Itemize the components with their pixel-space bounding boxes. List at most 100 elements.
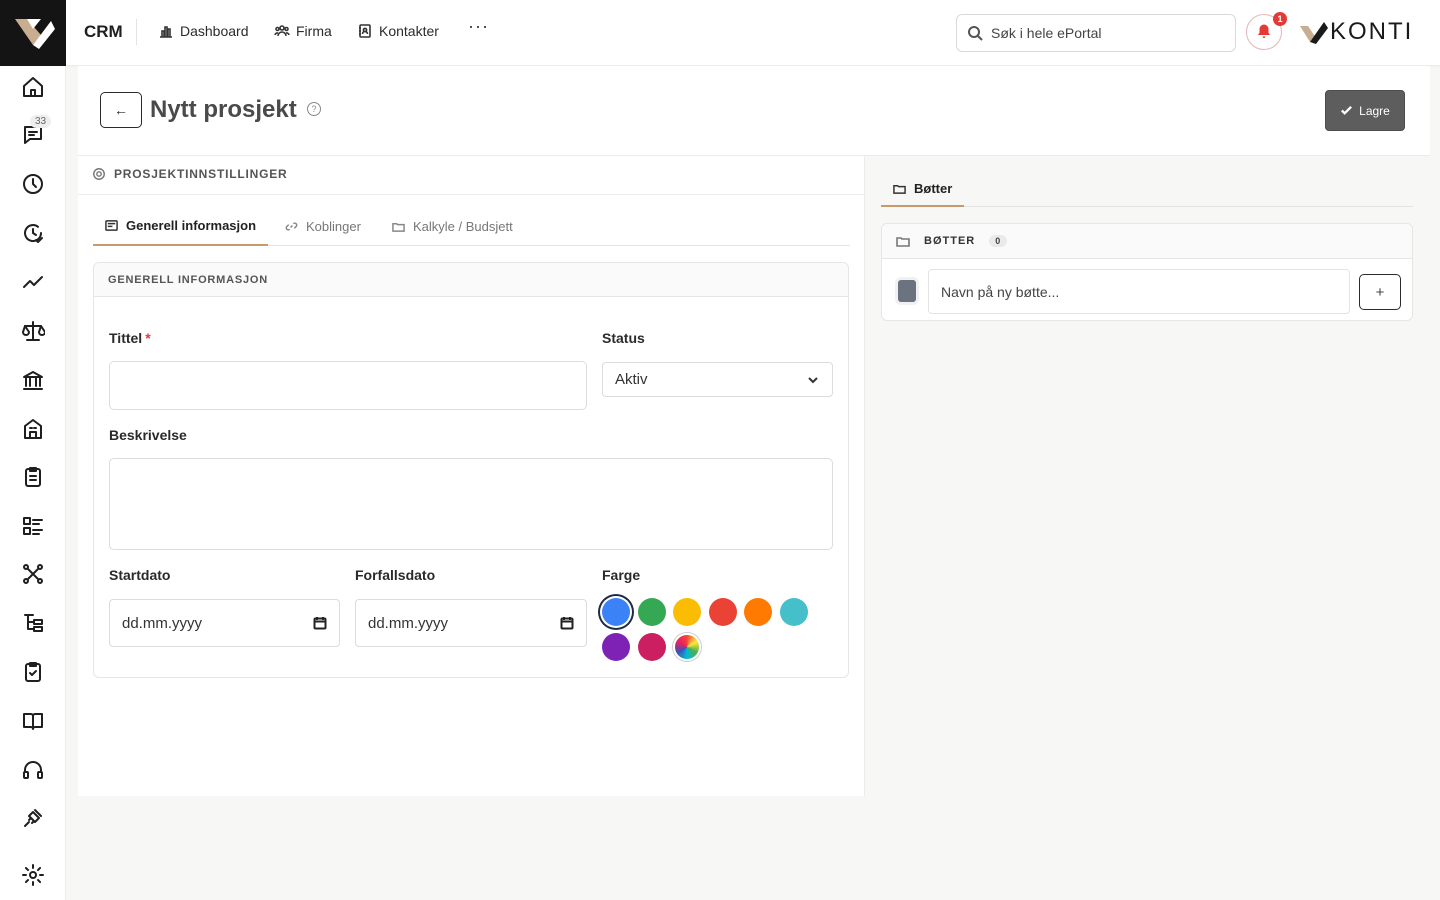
start-date-picker[interactable]: dd.mm.yyyy <box>109 599 340 647</box>
bucket-name-field[interactable] <box>928 269 1350 314</box>
nav-kontakter[interactable]: Kontakter <box>357 23 439 39</box>
rail-tree[interactable] <box>0 603 66 643</box>
rail-network[interactable] <box>0 554 66 594</box>
rail-settings[interactable] <box>0 855 66 895</box>
color-swatch[interactable] <box>779 598 808 626</box>
nav-kontakter-label: Kontakter <box>379 23 439 39</box>
due-date-value: dd.mm.yyyy <box>368 614 449 632</box>
plug-icon <box>24 809 42 827</box>
clock-icon <box>23 174 43 194</box>
top-bar: CRM Dashboard Firma Kontakter ··· 1 KONT… <box>66 0 1440 66</box>
global-search[interactable] <box>956 14 1236 52</box>
buckets-card-title: BØTTER <box>924 235 976 247</box>
description-textarea[interactable] <box>110 459 832 549</box>
bar-chart-icon <box>160 26 172 38</box>
rail-integrations[interactable] <box>0 798 66 838</box>
color-swatch[interactable] <box>637 598 666 626</box>
rail-clock[interactable] <box>0 164 66 204</box>
tab-general-info[interactable]: Generell informasjon <box>93 206 269 246</box>
card-title: GENERELL INFORMASJON <box>94 263 848 297</box>
help-icon[interactable]: ? <box>307 102 321 116</box>
rail-building[interactable] <box>0 409 66 449</box>
search-input[interactable] <box>991 25 1221 41</box>
color-swatch[interactable] <box>602 633 630 661</box>
rail-scale[interactable] <box>0 311 66 351</box>
due-date-label: Forfallsdato <box>355 567 436 583</box>
color-swatch[interactable] <box>708 598 737 626</box>
buckets-count: 0 <box>989 235 1008 247</box>
bank-icon <box>23 371 43 390</box>
brand-logo: KONTI <box>1298 18 1413 46</box>
custom-color-picker-icon[interactable] <box>673 633 701 661</box>
check-icon <box>1341 105 1353 115</box>
scale-icon <box>22 321 45 341</box>
app-name[interactable]: CRM <box>84 22 123 42</box>
calendar-icon <box>560 617 574 630</box>
title-label: Tittel * <box>109 330 151 346</box>
color-swatch[interactable] <box>673 598 701 626</box>
bucket-name-input[interactable] <box>929 270 1349 313</box>
section-title: PROSJEKTINNSTILLINGER <box>114 167 288 181</box>
gear-icon <box>93 168 105 180</box>
nav-firma[interactable]: Firma <box>274 23 332 39</box>
title-field[interactable] <box>109 361 587 410</box>
building-icon <box>24 419 42 439</box>
rail-list[interactable] <box>0 506 66 546</box>
bucket-color-picker[interactable] <box>898 280 916 302</box>
color-swatch[interactable] <box>744 598 772 626</box>
clipboard-check-icon <box>25 662 41 682</box>
chevron-down-icon <box>808 376 818 383</box>
card-icon <box>105 219 118 231</box>
start-date-value: dd.mm.yyyy <box>122 614 203 632</box>
rail-support[interactable] <box>0 750 66 790</box>
headset-icon <box>23 761 43 779</box>
notifications-button[interactable]: 1 <box>1246 12 1287 50</box>
color-swatch[interactable] <box>637 633 666 661</box>
rail-clipboard-list[interactable] <box>0 457 66 497</box>
brand-mark-icon <box>1300 22 1328 44</box>
rail-messages[interactable]: 33 <box>0 115 66 155</box>
nav-dashboard[interactable]: Dashboard <box>158 23 249 39</box>
section-header: PROSJEKTINNSTILLINGER <box>92 167 287 181</box>
topbar-divider <box>136 19 137 45</box>
rail-bank[interactable] <box>0 360 66 400</box>
page-title: Nytt prosjekt <box>150 96 297 123</box>
project-settings-panel: PROSJEKTINNSTILLINGER Generell informasj… <box>78 156 865 796</box>
settings-tabs: Generell informasjon Koblinger Kalkyle /… <box>93 206 850 246</box>
status-select[interactable]: Aktiv <box>602 362 833 397</box>
nav-dashboard-label: Dashboard <box>180 23 249 39</box>
color-swatch[interactable] <box>602 598 630 626</box>
folder-icon <box>896 237 910 247</box>
clipboard-list-icon <box>25 467 41 487</box>
description-field[interactable] <box>109 458 833 550</box>
color-label: Farge <box>602 567 641 583</box>
required-marker: * <box>145 330 151 346</box>
save-button-label: Lagre <box>1359 103 1390 118</box>
network-icon <box>23 564 43 584</box>
add-bucket-button[interactable]: + <box>1359 274 1401 310</box>
back-button[interactable]: ← <box>100 92 142 128</box>
logo-mark-icon <box>15 19 55 49</box>
bell-icon <box>1258 24 1270 38</box>
title-input[interactable] <box>110 362 586 409</box>
due-date-picker[interactable]: dd.mm.yyyy <box>355 599 587 647</box>
status-value: Aktiv <box>615 371 648 388</box>
rail-home[interactable] <box>0 67 66 107</box>
tab-budget-label: Kalkyle / Budsjett <box>413 218 513 234</box>
rail-book[interactable] <box>0 701 66 741</box>
rail-trend[interactable] <box>0 262 66 302</box>
history-check-icon <box>24 224 43 243</box>
app-logo[interactable] <box>0 0 66 66</box>
rail-history[interactable] <box>0 213 66 253</box>
save-button[interactable]: Lagre <box>1325 90 1405 131</box>
buckets-card: BØTTER 0 + <box>881 223 1413 321</box>
link-icon <box>285 221 298 231</box>
nav-more-menu[interactable]: ··· <box>468 16 489 37</box>
page-header: ← Nytt prosjekt ? Lagre <box>78 66 1430 156</box>
nav-firma-label: Firma <box>296 23 332 39</box>
rail-clipboard-check[interactable] <box>0 652 66 692</box>
tab-links[interactable]: Koblinger <box>273 206 373 246</box>
tab-budget[interactable]: Kalkyle / Budsjett <box>380 206 525 246</box>
tab-buckets[interactable]: Bøtter <box>881 172 965 207</box>
messages-badge: 33 <box>30 115 52 128</box>
